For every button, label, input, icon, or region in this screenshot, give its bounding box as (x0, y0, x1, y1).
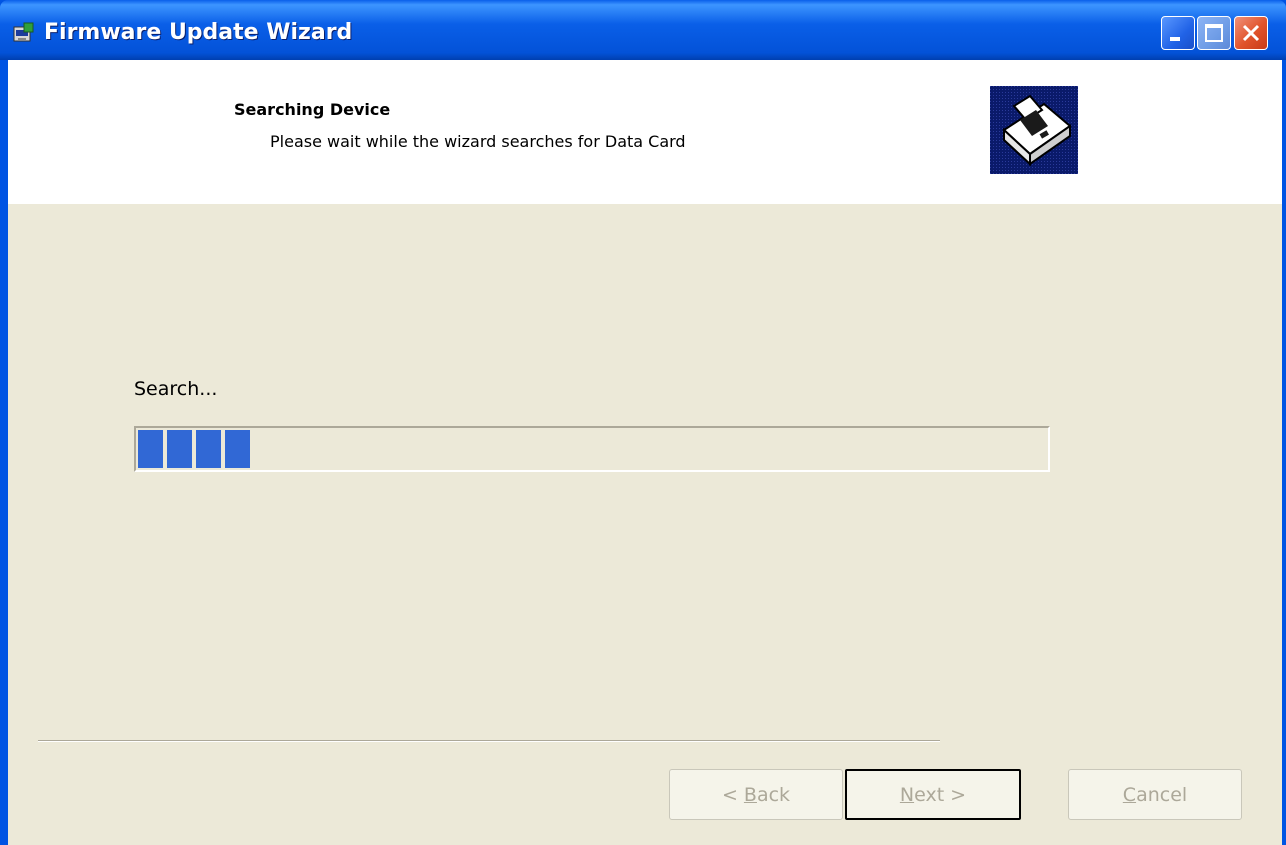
cancel-button[interactable]: Cancel (1068, 769, 1242, 820)
cancel-button-mnemonic: C (1122, 783, 1137, 806)
button-separator (38, 740, 940, 742)
back-button-label: ack (756, 783, 791, 806)
next-button-label: ext > (914, 783, 967, 806)
maximize-icon (1205, 24, 1223, 42)
device-search-icon (990, 86, 1078, 174)
progress-bar (134, 426, 1050, 472)
page-title: Searching Device (234, 100, 391, 119)
back-button-prefix: < (721, 783, 744, 806)
back-button-mnemonic: B (743, 783, 757, 806)
wizard-app-icon (12, 21, 36, 45)
close-icon (1242, 24, 1260, 42)
progress-bar-fill (138, 430, 252, 468)
status-label: Search... (134, 378, 218, 400)
wizard-window: Firmware Update Wizard Searching Device … (0, 0, 1286, 845)
wizard-client-area: Searching Device Please wait while the w… (8, 60, 1282, 845)
minimize-icon (1170, 37, 1180, 41)
maximize-button[interactable] (1197, 16, 1231, 50)
page-subtitle: Please wait while the wizard searches fo… (270, 132, 686, 151)
minimize-button[interactable] (1161, 16, 1195, 50)
wizard-header: Searching Device Please wait while the w… (8, 60, 1282, 204)
title-bar[interactable]: Firmware Update Wizard (0, 0, 1286, 60)
cancel-button-label: ancel (1136, 783, 1188, 806)
close-button[interactable] (1234, 16, 1268, 50)
next-button[interactable]: Next > (845, 769, 1021, 820)
back-button[interactable]: < Back (669, 769, 843, 820)
next-button-mnemonic: N (899, 783, 915, 806)
window-title: Firmware Update Wizard (44, 20, 353, 45)
